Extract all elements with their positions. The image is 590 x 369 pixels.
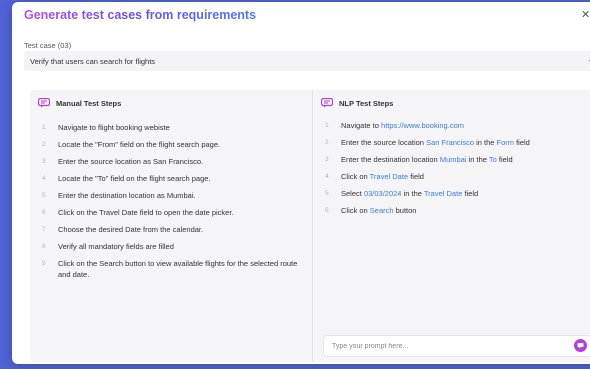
nlp-step: 1 Navigate to https://www.booking.com <box>325 120 590 131</box>
step-text: Enter the source location as San Francis… <box>58 157 204 166</box>
step-number: 5 <box>325 190 329 197</box>
chat-icon <box>38 98 50 108</box>
step-parameter: Search <box>369 206 394 215</box>
step-number: 4 <box>325 173 329 180</box>
step-text: Enter the source location San Francisco … <box>341 137 530 148</box>
step-parameter: San Francisco <box>426 138 474 147</box>
close-icon[interactable]: ✕ <box>581 8 590 21</box>
manual-step: 3 Enter the source location as San Franci… <box>42 156 304 167</box>
manual-steps-header: Manual Test Steps <box>38 98 121 108</box>
generate-test-cases-modal: Generate test cases from requirements ✕ … <box>12 2 590 364</box>
step-text-fragment: field <box>496 155 513 164</box>
step-number: 2 <box>325 139 329 146</box>
step-number: 6 <box>325 207 329 214</box>
nlp-steps-list: 1 Navigate to https://www.booking.com 2 Ent… <box>325 120 590 222</box>
step-parameter: https://www.booking.com <box>381 121 464 130</box>
step-number: 7 <box>42 226 46 233</box>
step-number: 4 <box>42 175 46 182</box>
step-text: Click on the Search button to view avail… <box>58 259 298 279</box>
step-text-fragment: Enter the source location <box>341 138 427 147</box>
step-parameter: 03/03/2024 <box>363 189 402 198</box>
step-text-fragment: button <box>393 206 417 215</box>
step-parameter: Travel Date <box>423 189 463 198</box>
modal-title: Generate test cases from requirements <box>24 8 257 22</box>
nlp-steps-header: NLP Test Steps <box>321 98 393 108</box>
nlp-step: 2 Enter the source location San Francisco… <box>325 137 590 148</box>
step-text: Locate the "To" field on the flight sear… <box>58 174 211 183</box>
manual-step: 5 Enter the destination location as Mumba… <box>42 190 304 201</box>
manual-steps-panel: Manual Test Steps 1 Navigate to flight bo… <box>30 90 313 362</box>
step-text: Enter the destination location as Mumbai… <box>58 191 196 200</box>
chat-send-icon <box>577 343 584 349</box>
step-text-fragment: Enter the destination location <box>341 155 440 164</box>
prompt-input[interactable] <box>330 339 554 354</box>
manual-steps-list: 1 Navigate to flight booking webiste 2 Loca… <box>42 122 304 286</box>
test-case-label: Test case (03) <box>24 41 72 50</box>
nlp-step: 4 Click on Travel Date field <box>325 171 590 182</box>
manual-step: 4 Locate the "To" field on the flight sea… <box>42 173 304 184</box>
manual-steps-title: Manual Test Steps <box>56 98 122 108</box>
nlp-steps-title: NLP Test Steps <box>339 98 394 108</box>
send-icon[interactable] <box>574 339 587 352</box>
manual-step: 6 Click on the Travel Date field to open … <box>42 207 304 218</box>
step-text-fragment: Navigate to <box>341 121 382 130</box>
manual-step: 2 Locate the "From" field on the flight s… <box>42 139 304 150</box>
manual-step: 9 Click on the Search button to view avai… <box>42 258 304 280</box>
step-number: 3 <box>325 156 329 163</box>
nlp-step: 5 Select 03/03/2024 in the Travel Date fi… <box>325 188 590 199</box>
step-text-fragment: Select <box>341 189 364 198</box>
step-number: 3 <box>42 158 46 165</box>
step-parameter: To <box>488 155 497 164</box>
step-text-fragment: in the <box>466 155 489 164</box>
step-text-fragment: field <box>514 138 530 147</box>
step-text: Click on Travel Date field <box>341 171 424 182</box>
step-text-fragment: field <box>462 189 479 198</box>
step-text: Select 03/03/2024 in the Travel Date fie… <box>341 188 478 199</box>
step-number: 2 <box>42 141 46 148</box>
prompt-box <box>323 335 590 357</box>
step-text: Locate the "From" field on the flight se… <box>58 140 221 149</box>
step-text-fragment: Click on <box>341 172 370 181</box>
step-parameter: Travel Date <box>369 172 409 181</box>
step-parameter: Mumbai <box>439 155 467 164</box>
step-text: Enter the destination location Mumbai in… <box>341 154 513 165</box>
manual-step: 8 Verify all mandatory fields are filled <box>42 241 304 252</box>
step-number: 6 <box>42 209 46 216</box>
nlp-steps-panel: NLP Test Steps 1 Navigate to https://www.… <box>313 90 590 362</box>
step-number: 8 <box>42 243 46 250</box>
nlp-step: 3 Enter the destination location Mumbai i… <box>325 154 590 165</box>
step-text: Verify all mandatory fields are filled <box>58 242 174 251</box>
step-number: 5 <box>42 192 46 199</box>
step-text-fragment: in the <box>474 138 497 147</box>
steps-panels: Manual Test Steps 1 Navigate to flight bo… <box>30 90 590 362</box>
step-text: Click on Search button <box>341 205 416 216</box>
step-parameter: Form <box>496 138 515 147</box>
manual-step: 7 Choose the desired Date from the calend… <box>42 224 304 235</box>
step-text: Navigate to https://www.booking.com <box>341 120 464 131</box>
step-number: 1 <box>325 122 329 129</box>
step-text-fragment: Click on <box>341 206 370 215</box>
step-number: 1 <box>42 124 46 131</box>
nlp-step: 6 Click on Search button <box>325 205 590 216</box>
step-text: Navigate to flight booking webiste <box>58 123 170 132</box>
test-case-select[interactable]: Verify that users can search for flights… <box>24 51 590 71</box>
chat-icon <box>321 98 333 108</box>
step-text-fragment: field <box>408 172 424 181</box>
step-text-fragment: in the <box>401 189 424 198</box>
step-number: 9 <box>42 260 46 267</box>
manual-step: 1 Navigate to flight booking webiste <box>42 122 304 133</box>
step-text: Click on the Travel Date field to open t… <box>58 208 234 217</box>
test-case-value: Verify that users can search for flights <box>30 57 156 66</box>
step-text: Choose the desired Date from the calenda… <box>58 225 204 234</box>
